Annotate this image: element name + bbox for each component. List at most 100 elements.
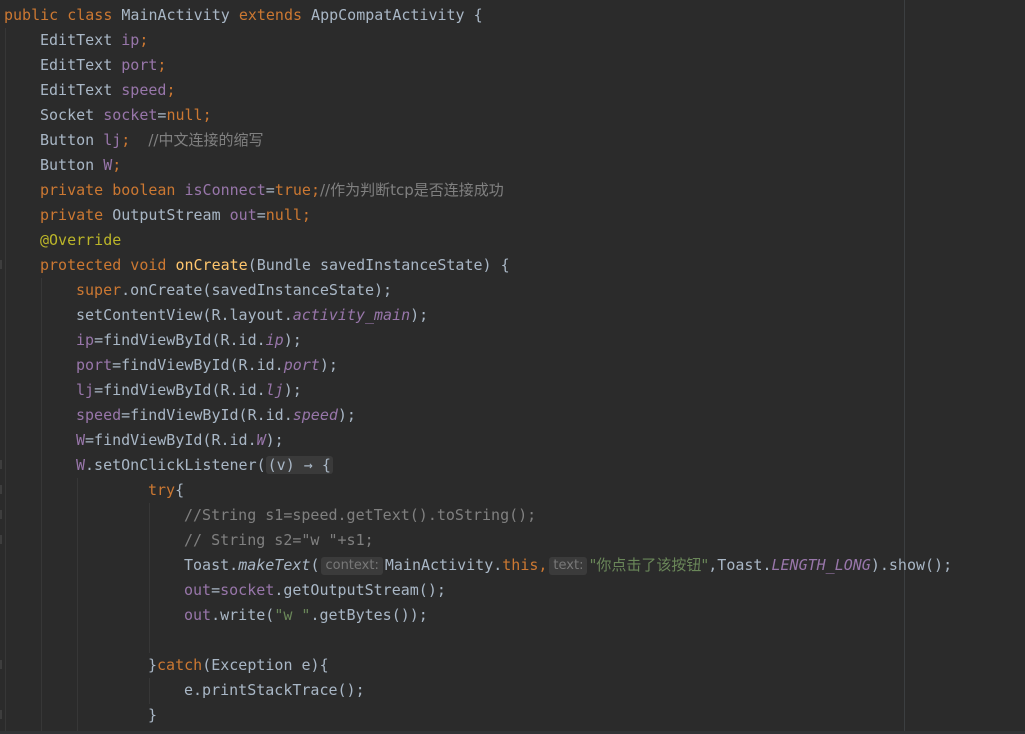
right-margin-guide <box>904 0 905 734</box>
punctuation: ); <box>283 381 302 399</box>
method-call: .onCreate(savedInstanceState); <box>121 281 393 299</box>
method-call: .getOutputStream(); <box>274 581 446 599</box>
operator: = <box>265 181 275 199</box>
type-name: Socket <box>40 106 104 124</box>
resource-id: port <box>283 356 320 374</box>
operator: = <box>256 206 266 224</box>
semicolon: ; <box>166 81 176 99</box>
code-line-setcontentview: setContentView(R.layout.activity_main); <box>76 303 428 328</box>
semicolon: ; <box>301 206 311 224</box>
fold-marker[interactable] <box>0 260 2 269</box>
string-literal: "你点击了该按钮" <box>589 556 709 574</box>
keyword: true <box>274 181 311 199</box>
field-name: out <box>184 606 212 624</box>
code-line-field-speed: EditText speed; <box>40 78 175 103</box>
method-call: .write( <box>211 606 275 624</box>
punctuation: ); <box>283 331 302 349</box>
code-line-annotation: @Override <box>40 228 121 253</box>
fold-marker[interactable] <box>0 535 2 544</box>
code-line-field-port: EditText port; <box>40 53 166 78</box>
code-line-comment-s2: // String s2="w "+s1; <box>184 528 374 553</box>
parameter-hint: text: <box>549 557 588 575</box>
keyword: private <box>40 206 113 224</box>
type-name: OutputStream <box>112 206 230 224</box>
fold-marker[interactable] <box>0 485 2 494</box>
punctuation: ); <box>265 431 284 449</box>
field-name: ip <box>121 31 140 49</box>
lambda-fold[interactable]: (v) → { <box>265 456 333 474</box>
method-call: ).show(); <box>870 556 953 574</box>
class-ref: Toast. <box>184 556 239 574</box>
code-line-getoutputstream: out=socket.getOutputStream(); <box>184 578 446 603</box>
method-call: =findViewById(R.id. <box>112 356 284 374</box>
code-line-findview-ip: ip=findViewById(R.id.ip); <box>76 328 302 353</box>
punctuation: ( <box>310 556 320 574</box>
semicolon: ; <box>157 56 167 74</box>
field-name: lj <box>76 381 95 399</box>
fold-marker[interactable] <box>0 510 2 519</box>
code-line-field-lj: Button lj; //中文连接的缩写 <box>40 128 263 153</box>
indent-guide <box>149 678 150 704</box>
type-name: EditText <box>40 31 122 49</box>
indent-guide <box>5 28 6 734</box>
annotation: @Override <box>40 231 122 249</box>
punctuation: } <box>148 706 158 724</box>
code-line-field-isconnect: private boolean isConnect=true;//作为判断tcp… <box>40 178 504 203</box>
method-call: .getBytes()); <box>310 606 428 624</box>
field-name: W <box>76 431 86 449</box>
field-name: speed <box>76 406 122 424</box>
method-call: =findViewById(R.id. <box>121 406 293 424</box>
code-line-class-declaration: public class MainActivity extends AppCom… <box>4 3 483 28</box>
resource-id: activity_main <box>292 306 411 324</box>
field-name: out <box>229 206 257 224</box>
field-name: speed <box>121 81 167 99</box>
code-line-toast: Toast.makeText(context: MainActivity.this… <box>184 553 952 578</box>
code-line-field-out: private OutputStream out=null; <box>40 203 311 228</box>
constant: LENGTH_LONG <box>771 556 871 574</box>
line-comment: // String s2="w "+s1; <box>184 531 374 549</box>
method-call: =findViewById(R.id. <box>94 381 266 399</box>
method-name: onCreate <box>175 256 248 274</box>
code-line-comment-s1: //String s1=speed.getText().toString(); <box>184 503 536 528</box>
class-ref: ,Toast. <box>708 556 772 574</box>
code-line-field-w: Button W; <box>40 153 121 178</box>
punctuation: ); <box>319 356 338 374</box>
method-call: e.printStackTrace(); <box>184 681 365 699</box>
code-line-findview-port: port=findViewById(R.id.port); <box>76 353 338 378</box>
semicolon: ; <box>112 156 122 174</box>
method-params: (Bundle savedInstanceState) { <box>247 256 510 274</box>
static-method: makeText <box>238 556 311 574</box>
superclass: AppCompatActivity { <box>302 6 483 24</box>
type-name: Button <box>40 156 104 174</box>
argument: MainActivity. <box>384 556 503 574</box>
indent-guide <box>41 278 42 734</box>
code-line-try: try{ <box>148 478 184 503</box>
keyword: catch <box>157 656 203 674</box>
keyword: extends <box>238 6 303 24</box>
code-line-field-ip: EditText ip; <box>40 28 148 53</box>
fold-marker[interactable] <box>0 710 2 719</box>
resource-id: lj <box>265 381 284 399</box>
method-call: =findViewById(R.id. <box>85 431 257 449</box>
fold-marker[interactable] <box>0 460 2 469</box>
code-line-findview-speed: speed=findViewById(R.id.speed); <box>76 403 356 428</box>
keyword: try <box>148 481 176 499</box>
operator: = <box>211 581 221 599</box>
keyword: protected void <box>40 256 176 274</box>
method-call: =findViewById(R.id. <box>94 331 266 349</box>
string-literal: "w " <box>274 606 311 624</box>
keyword: null <box>166 106 203 124</box>
resource-id: W <box>256 431 266 449</box>
code-line-setonclicklistener: W.setOnClickListener((v) → { <box>76 453 333 478</box>
resource-id: speed <box>292 406 338 424</box>
line-comment: //作为判断tcp是否连接成功 <box>319 181 504 199</box>
code-editor[interactable]: public class MainActivity extends AppCom… <box>0 0 1025 734</box>
indent-guide <box>77 478 78 734</box>
punctuation: ); <box>337 406 356 424</box>
code-line-write: out.write("w ".getBytes()); <box>184 603 428 628</box>
field-name: out <box>184 581 212 599</box>
fold-marker[interactable] <box>0 660 2 669</box>
method-call: setContentView(R.layout. <box>76 306 293 324</box>
punctuation: } <box>148 656 158 674</box>
field-name: port <box>76 356 113 374</box>
